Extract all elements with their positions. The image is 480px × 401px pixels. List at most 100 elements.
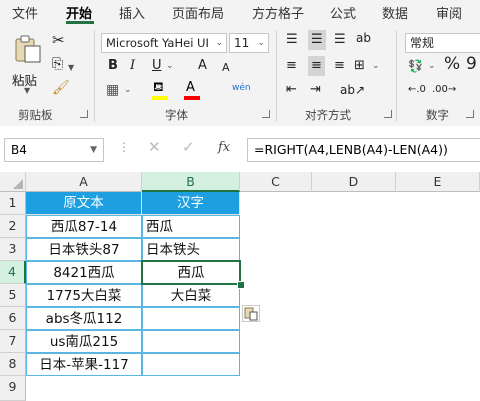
cut-icon[interactable]: ✂ xyxy=(52,32,65,48)
column-header-d[interactable]: D xyxy=(312,172,396,192)
text-direction-icon[interactable]: ab xyxy=(356,30,371,46)
tab-review[interactable]: 审阅 xyxy=(436,3,462,22)
cell-b1[interactable]: 汉字 xyxy=(142,192,240,215)
align-middle-icon[interactable]: ☰ xyxy=(308,30,326,50)
decrease-decimal-icon[interactable]: .00→ xyxy=(432,82,456,98)
ribbon: 粘贴 ▼ ✂ ⎘ ▼ 🖌 剪贴板 Microsoft YaHei UI ⌄ 11… xyxy=(0,24,480,127)
font-name-dropdown[interactable]: Microsoft YaHei UI ⌄ xyxy=(101,33,227,53)
tab-insert[interactable]: 插入 xyxy=(119,3,145,22)
chevron-down-icon: ▼ xyxy=(90,145,97,155)
name-box[interactable]: B4 ▼ xyxy=(4,138,104,162)
cell-b2[interactable]: 西瓜 xyxy=(142,215,240,238)
bold-button[interactable]: B xyxy=(108,58,118,74)
formula-input[interactable]: =RIGHT(A4,LENB(A4)-LEN(A4)) xyxy=(247,138,480,162)
number-group-label: 数字 xyxy=(426,108,449,122)
more-icon[interactable]: ⋮ xyxy=(118,140,130,154)
copy-dropdown-icon[interactable]: ▼ xyxy=(68,60,74,76)
formula-text: =RIGHT(A4,LENB(A4)-LEN(A4)) xyxy=(254,142,448,157)
enter-formula-icon[interactable]: ✓ xyxy=(182,138,195,156)
grow-font-button[interactable]: A xyxy=(198,58,207,74)
chevron-down-icon[interactable]: ⌄ xyxy=(428,58,436,74)
cancel-formula-icon[interactable]: ✕ xyxy=(148,138,161,156)
cell-a8[interactable]: 日本-苹果-117 xyxy=(26,353,142,376)
group-divider xyxy=(94,30,95,122)
italic-button[interactable]: I xyxy=(130,58,135,74)
row-header-1[interactable]: 1 xyxy=(0,192,26,215)
insert-function-icon[interactable]: fx xyxy=(218,140,230,155)
alignment-launcher-icon[interactable] xyxy=(384,110,392,118)
increase-indent-icon[interactable]: ⇥ xyxy=(310,82,321,98)
align-top-icon[interactable]: ☰ xyxy=(286,32,298,48)
copy-icon[interactable]: ⎘ xyxy=(52,56,63,72)
worksheet-grid[interactable]: A B C D E 1 2 3 4 5 6 7 8 9 原文本 汉字 西瓜87-… xyxy=(0,172,480,401)
cell-a1[interactable]: 原文本 xyxy=(26,192,142,215)
underline-button[interactable]: U xyxy=(152,58,162,74)
chevron-down-icon: ⌄ xyxy=(215,38,223,48)
clipboard-launcher-icon[interactable] xyxy=(80,110,88,118)
font-size-dropdown[interactable]: 11 ⌄ xyxy=(229,33,269,53)
merge-center-icon[interactable]: ⊞ xyxy=(354,58,365,74)
column-header-c[interactable]: C xyxy=(240,172,312,192)
cell-b3[interactable]: 日本铁头 xyxy=(142,238,240,261)
fill-handle[interactable] xyxy=(237,281,245,289)
paste-options-button[interactable] xyxy=(242,305,260,322)
select-all-corner[interactable] xyxy=(0,172,26,192)
comma-style-icon[interactable]: 9 xyxy=(466,56,477,73)
number-format-value: 常规 xyxy=(410,36,435,50)
percent-button[interactable]: % xyxy=(444,56,460,73)
cell-a7[interactable]: us南瓜215 xyxy=(26,330,142,353)
row-header-7[interactable]: 7 xyxy=(0,330,26,353)
tab-page-layout[interactable]: 页面布局 xyxy=(172,3,224,22)
align-right-icon[interactable]: ≡ xyxy=(334,58,345,74)
row-header-2[interactable]: 2 xyxy=(0,215,26,238)
clipboard-group-label: 剪贴板 xyxy=(18,108,53,122)
row-header-8[interactable]: 8 xyxy=(0,353,26,376)
cell-b4[interactable]: 西瓜 xyxy=(142,261,240,284)
chevron-down-icon[interactable]: ⌄ xyxy=(372,58,380,74)
tab-formulas[interactable]: 公式 xyxy=(330,3,356,22)
align-bottom-icon[interactable]: ☰ xyxy=(334,32,346,48)
chevron-down-icon[interactable]: ⌄ xyxy=(124,82,132,98)
cell-a5[interactable]: 1775大白菜 xyxy=(26,284,142,307)
row-header-3[interactable]: 3 xyxy=(0,238,26,261)
column-header-b[interactable]: B xyxy=(142,172,240,192)
cell-b8[interactable] xyxy=(142,353,240,376)
font-launcher-icon[interactable] xyxy=(262,110,270,118)
tab-fangfang[interactable]: 方方格子 xyxy=(252,3,304,22)
phonetic-button[interactable]: wén xyxy=(232,80,251,96)
column-header-e[interactable]: E xyxy=(396,172,480,192)
number-launcher-icon[interactable] xyxy=(466,110,474,118)
row-header-6[interactable]: 6 xyxy=(0,307,26,330)
column-header-a[interactable]: A xyxy=(26,172,142,192)
paste-button[interactable]: 粘贴 ▼ xyxy=(10,32,46,95)
cell-b7[interactable] xyxy=(142,330,240,353)
tab-home[interactable]: 开始 xyxy=(66,3,92,22)
currency-icon[interactable]: 💱 xyxy=(408,58,423,74)
cell-a2[interactable]: 西瓜87-14 xyxy=(26,215,142,238)
number-format-dropdown[interactable]: 常规 xyxy=(405,33,480,53)
cell-a4[interactable]: 8421西瓜 xyxy=(26,261,142,284)
borders-icon[interactable]: ▦ xyxy=(106,82,119,98)
shrink-font-button[interactable]: A xyxy=(222,60,230,76)
row-header-5[interactable]: 5 xyxy=(0,284,26,307)
tab-file[interactable]: 文件 xyxy=(12,3,38,22)
clipboard-icon xyxy=(15,35,41,63)
cell-b6[interactable] xyxy=(142,307,240,330)
font-color-button[interactable]: A xyxy=(182,80,204,102)
format-painter-icon[interactable]: 🖌 xyxy=(52,80,70,96)
chevron-down-icon[interactable]: ⌄ xyxy=(166,58,174,74)
decrease-indent-icon[interactable]: ⇤ xyxy=(286,82,297,98)
fill-color-button[interactable]: ⛾ xyxy=(150,80,172,102)
font-group-label: 字体 xyxy=(165,108,188,122)
increase-decimal-icon[interactable]: ←.0 xyxy=(408,82,426,98)
cell-a6[interactable]: abs冬瓜112 xyxy=(26,307,142,330)
orientation-icon[interactable]: ab↗ xyxy=(340,82,365,98)
row-header-4[interactable]: 4 xyxy=(0,261,26,284)
row-header-9[interactable]: 9 xyxy=(0,376,26,401)
font-color-icon: A xyxy=(186,80,195,95)
tab-data[interactable]: 数据 xyxy=(382,3,408,22)
align-left-icon[interactable]: ≡ xyxy=(286,58,297,74)
align-center-icon[interactable]: ≡ xyxy=(308,56,325,76)
cell-b5[interactable]: 大白菜 xyxy=(142,284,240,307)
cell-a3[interactable]: 日本铁头87 xyxy=(26,238,142,261)
